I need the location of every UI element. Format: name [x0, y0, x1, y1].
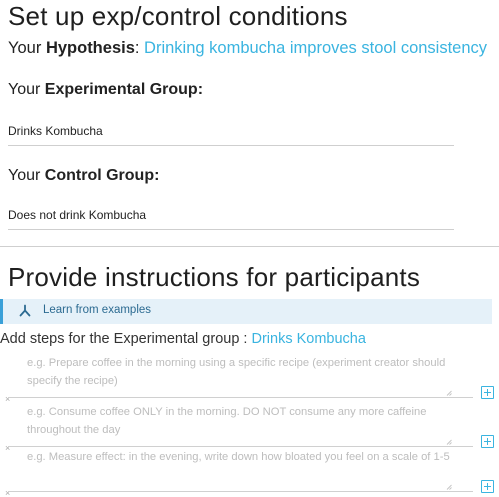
step-textarea[interactable]: e.g. Prepare coffee in the morning using…: [27, 354, 467, 390]
section-divider: [0, 246, 499, 247]
step-textarea[interactable]: e.g. Consume coffee ONLY in the morning.…: [27, 403, 467, 439]
learn-from-examples-button[interactable]: Learn from examples: [0, 299, 492, 324]
hypothesis-row: Your Hypothesis: Drinking kombucha impro…: [8, 39, 487, 58]
resize-grip-icon[interactable]: [446, 439, 452, 445]
step-underline: [8, 397, 473, 398]
resize-grip-icon[interactable]: [446, 484, 452, 490]
step-textarea[interactable]: e.g. Measure effect: in the evening, wri…: [27, 448, 467, 466]
hypothesis-value: Drinking kombucha improves stool consist…: [144, 39, 488, 57]
steps-label: Add steps for the Experimental group : D…: [0, 331, 366, 347]
instructions-title: Provide instructions for participants: [8, 262, 421, 292]
resize-grip-icon[interactable]: [446, 390, 452, 396]
control-prefix: Your: [8, 167, 45, 184]
step-underline: [8, 446, 473, 447]
steps-label-text: Add steps for the Experimental group :: [0, 331, 252, 347]
control-field-underline: [8, 229, 454, 230]
experimental-group-label: Your Experimental Group:: [8, 81, 203, 99]
remove-step-icon[interactable]: ×: [5, 488, 10, 497]
step-row: e.g. Measure effect: in the evening, wri…: [5, 448, 494, 497]
control-label-text: Control Group:: [44, 167, 160, 184]
conditions-title: Set up exp/control conditions: [8, 1, 348, 31]
add-step-icon[interactable]: [481, 386, 494, 399]
control-group-label: Your Control Group:: [8, 167, 159, 185]
step-row: e.g. Prepare coffee in the morning using…: [5, 354, 494, 404]
experimental-field-underline: [8, 145, 454, 146]
add-step-icon[interactable]: [481, 480, 494, 493]
experimental-group-field[interactable]: Drinks Kombucha: [8, 124, 103, 138]
hypothesis-label: Hypothesis: [45, 39, 135, 57]
step-row: e.g. Consume coffee ONLY in the morning.…: [5, 403, 494, 453]
add-step-icon[interactable]: [481, 435, 494, 448]
experimental-prefix: Your: [8, 81, 45, 98]
hypothesis-separator: :: [134, 39, 145, 57]
steps-group-name: Drinks Kombucha: [251, 331, 366, 347]
experimental-label-text: Experimental Group:: [44, 81, 204, 98]
hypothesis-prefix: Your: [8, 39, 46, 57]
step-underline: [8, 491, 473, 492]
learn-from-examples-label: Learn from examples: [43, 304, 152, 316]
branch-icon: [19, 304, 31, 317]
control-group-field[interactable]: Does not drink Kombucha: [8, 208, 146, 222]
